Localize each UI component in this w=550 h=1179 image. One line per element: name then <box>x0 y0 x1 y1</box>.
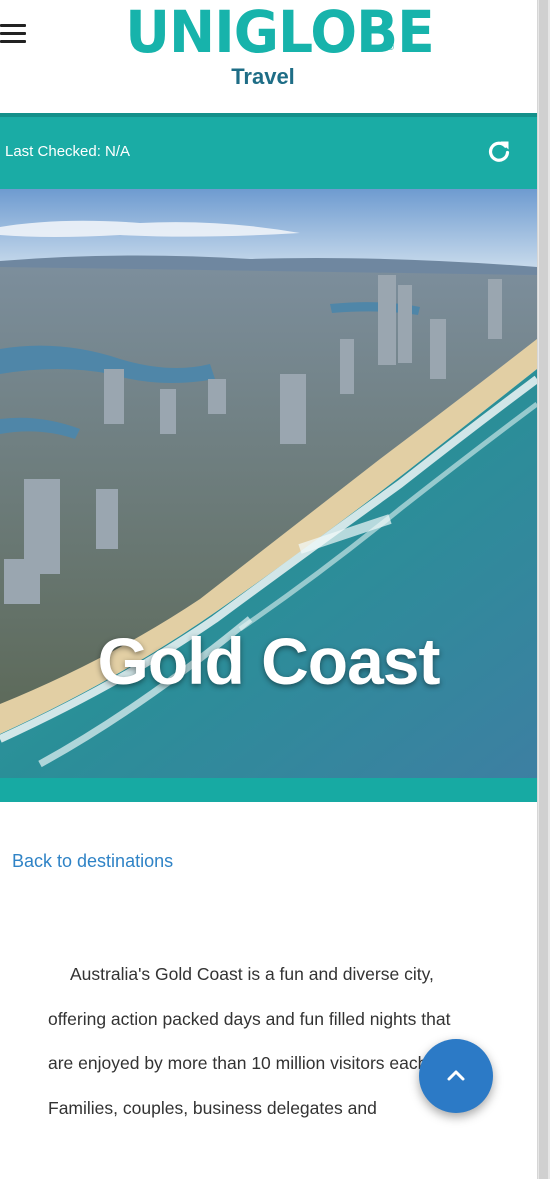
scrollbar-thumb[interactable] <box>539 0 548 1179</box>
page: UNIGLOBE ® Travel Last Checked: N/A Gold… <box>0 0 537 1179</box>
logo[interactable]: UNIGLOBE ® Travel <box>118 0 435 102</box>
header: UNIGLOBE ® Travel <box>0 0 537 113</box>
last-checked-text: Last Checked: N/A <box>5 143 131 160</box>
back-to-destinations-link[interactable]: Back to destinations <box>12 851 173 872</box>
status-bar: Last Checked: N/A <box>0 113 537 189</box>
hero-title: Gold Coast <box>97 624 440 698</box>
registered-mark: ® <box>387 42 394 52</box>
destination-description: Australia's Gold Coast is a fun and dive… <box>48 964 471 1118</box>
page-scrollbar[interactable] <box>537 0 550 1179</box>
chevron-up-icon <box>447 1070 465 1081</box>
hero-bottom-bar <box>0 778 537 802</box>
refresh-icon[interactable] <box>485 137 513 165</box>
hero-banner: Gold Coast <box>0 189 537 778</box>
scroll-to-top-button[interactable] <box>419 1039 493 1113</box>
logo-subtitle: Travel <box>231 64 295 89</box>
logo-wordmark: UNIGLOBE <box>125 0 435 66</box>
hamburger-menu-icon[interactable] <box>0 24 26 44</box>
